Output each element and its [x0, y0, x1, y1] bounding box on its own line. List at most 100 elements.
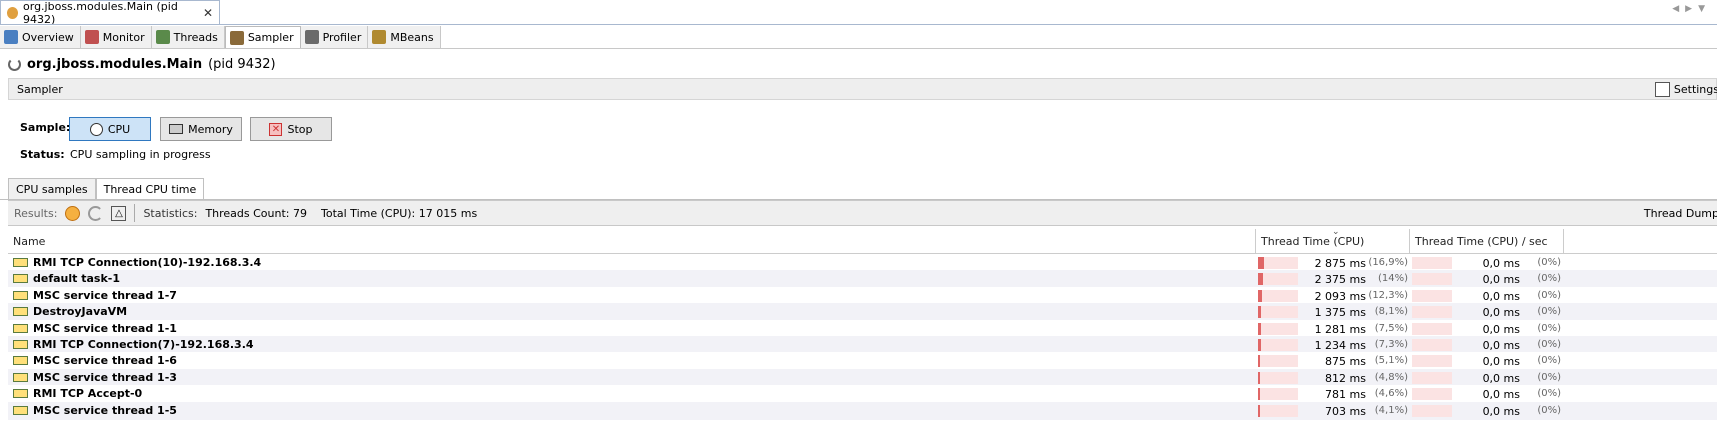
cpu-time-bar-bg: [1258, 404, 1298, 417]
table-row[interactable]: MSC service thread 1-7 2 093 ms (12,3%) 0,0…: [8, 286, 1717, 305]
tab-profiler[interactable]: Profiler: [300, 26, 369, 48]
thread-time-value: 812 ms: [1325, 371, 1366, 385]
page-title: org.jboss.modules.Main (pid 9432): [8, 55, 276, 73]
mbeans-icon: [372, 30, 387, 44]
thread-time-percent: (14%): [1377, 273, 1408, 285]
close-icon[interactable]: ✕: [203, 6, 213, 20]
tab-cpu-samples[interactable]: CPU samples: [8, 178, 96, 200]
per-sec-bar-bg: [1412, 339, 1452, 351]
thread-time-value: 2 093 ms: [1314, 289, 1366, 303]
cpu-time-bar: [1258, 289, 1262, 302]
per-sec-value: 0,0 ms: [1482, 339, 1520, 352]
refresh-icon[interactable]: [88, 205, 104, 221]
tab-nav-arrows-icon[interactable]: ◀▶▼: [1672, 4, 1711, 14]
tab-threads[interactable]: Threads: [151, 26, 225, 48]
thread-time-percent: (4,1%): [1374, 404, 1408, 416]
thread-name-cell: MSC service thread 1-6: [13, 354, 177, 367]
cpu-time-bar: [1258, 257, 1264, 269]
table-row[interactable]: default task-1 2 375 ms (14%) 0,0 ms (0%): [8, 270, 1717, 289]
table-row[interactable]: MSC service thread 1-5 703 ms (4,1%) 0,0 ms…: [8, 401, 1717, 420]
tab-label: Monitor: [102, 30, 145, 44]
stop-button[interactable]: ✕ Stop: [250, 117, 332, 141]
tab-thread-cpu-time[interactable]: Thread CPU time: [95, 178, 205, 200]
column-header-thread-time-label: Thread Time (CPU): [1261, 234, 1365, 248]
thread-name-cell: RMI TCP Accept-0: [13, 387, 142, 400]
cpu-time-bar-bg: [1258, 289, 1298, 302]
per-sec-percent: (0%): [1537, 339, 1561, 350]
document-tab[interactable]: org.jboss.modules.Main (pid 9432) ✕: [0, 0, 220, 26]
thread-name: RMI TCP Accept-0: [33, 387, 143, 401]
thread-dump-button[interactable]: Thread Dump: [1644, 207, 1717, 220]
tab-mbeans[interactable]: MBeans: [368, 26, 441, 48]
cpu-time-bar-bg: [1258, 388, 1298, 401]
table-row[interactable]: RMI TCP Connection(10)-192.168.3.4 2 875 …: [8, 254, 1717, 272]
memory-button[interactable]: Memory: [160, 117, 242, 141]
column-header-per-sec-label: Thread Time (CPU) / sec: [1415, 234, 1548, 248]
cpu-time-bar-bg: [1258, 371, 1298, 384]
per-sec-bar-bg: [1412, 388, 1452, 401]
per-sec-value: 0,0 ms: [1482, 404, 1520, 418]
thread-icon: [13, 290, 28, 300]
delta-icon[interactable]: △: [111, 205, 127, 221]
per-sec-percent: (0%): [1537, 289, 1561, 301]
per-sec-percent: (0%): [1537, 273, 1561, 285]
thread-name: RMI TCP Connection(10)-192.168.3.4: [33, 256, 262, 269]
cpu-time-bar: [1258, 306, 1261, 319]
total-time: Total Time (CPU): 17 015 ms: [321, 206, 478, 220]
thread-name: MSC service thread 1-5: [33, 403, 177, 417]
view-tabs: Overview Monitor Threads Sampler Profiler MBe…: [0, 26, 441, 48]
thread-name-cell: RMI TCP Connection(7)-192.168.3.4: [13, 338, 254, 351]
tab-label: Overview: [22, 30, 74, 44]
thread-name: DestroyJavaVM: [33, 305, 128, 319]
per-sec-percent: (0%): [1537, 388, 1561, 400]
cpu-time-bar-bg: [1258, 355, 1298, 368]
clock-icon: [89, 122, 103, 136]
sampler-icon: [229, 30, 244, 45]
table-row[interactable]: DestroyJavaVM 1 375 ms (8,1%) 0,0 ms (0%): [8, 303, 1717, 322]
threads-icon: [155, 30, 170, 44]
thread-name: default task-1: [33, 272, 120, 286]
thread-name-cell: MSC service thread 1-1: [13, 322, 177, 335]
column-header-thread-time-per-sec[interactable]: Thread Time (CPU) / sec: [1410, 229, 1564, 253]
cpu-time-bar: [1258, 322, 1261, 335]
cpu-time-bar: [1258, 355, 1260, 368]
tab-sampler[interactable]: Sampler: [224, 26, 301, 48]
thread-time-percent: (4,6%): [1374, 388, 1408, 400]
java-app-icon: [7, 7, 19, 19]
thread-icon: [13, 389, 28, 399]
stop-icon: ✕: [269, 122, 283, 136]
column-header-name[interactable]: Name: [8, 229, 1256, 253]
table-row[interactable]: RMI TCP Accept-0 781 ms (4,6%) 0,0 ms (0%): [8, 385, 1717, 404]
cpu-time-bar-bg: [1258, 257, 1298, 269]
table-row[interactable]: RMI TCP Connection(7)-192.168.3.4 1 234 m…: [8, 336, 1717, 354]
memory-chip-icon: [169, 124, 184, 134]
status-value: CPU sampling in progress: [70, 148, 211, 161]
pause-icon[interactable]: [65, 205, 81, 221]
column-header-thread-time[interactable]: Thread Time (CPU) ⌄: [1256, 227, 1410, 253]
tab-overview[interactable]: Overview: [0, 26, 81, 48]
thread-name-cell: MSC service thread 1-3: [13, 371, 177, 384]
settings-toggle[interactable]: Settings: [1654, 82, 1717, 97]
cpu-time-bar-bg: [1258, 273, 1298, 286]
cpu-time-bar: [1258, 339, 1261, 351]
table-row[interactable]: MSC service thread 1-6 875 ms (5,1%) 0,0 ms…: [8, 352, 1717, 371]
thread-time-percent: (5,1%): [1374, 355, 1408, 367]
table-row[interactable]: MSC service thread 1-3 812 ms (4,8%) 0,0 ms…: [8, 368, 1717, 387]
per-sec-bar-bg: [1412, 322, 1452, 335]
per-sec-percent: (0%): [1537, 371, 1561, 383]
cpu-time-bar-bg: [1258, 322, 1298, 335]
column-header-name-label: Name: [13, 234, 46, 248]
cpu-button[interactable]: CPU: [69, 117, 151, 141]
profiler-icon: [304, 30, 319, 44]
thread-name: MSC service thread 1-7: [33, 288, 177, 302]
table-row[interactable]: MSC service thread 1-1 1 281 ms (7,5%) 0,0 …: [8, 319, 1717, 338]
tab-label: Sampler: [247, 31, 294, 44]
tab-label: Profiler: [322, 30, 362, 44]
settings-checkbox[interactable]: [1654, 82, 1670, 97]
tab-monitor[interactable]: Monitor: [80, 26, 152, 48]
statistics-label: Statistics:: [143, 206, 198, 220]
thread-time-value: 2 375 ms: [1314, 273, 1366, 287]
per-sec-value: 0,0 ms: [1482, 355, 1520, 369]
thread-name-cell: DestroyJavaVM: [13, 305, 127, 318]
per-sec-bar-bg: [1412, 289, 1452, 302]
